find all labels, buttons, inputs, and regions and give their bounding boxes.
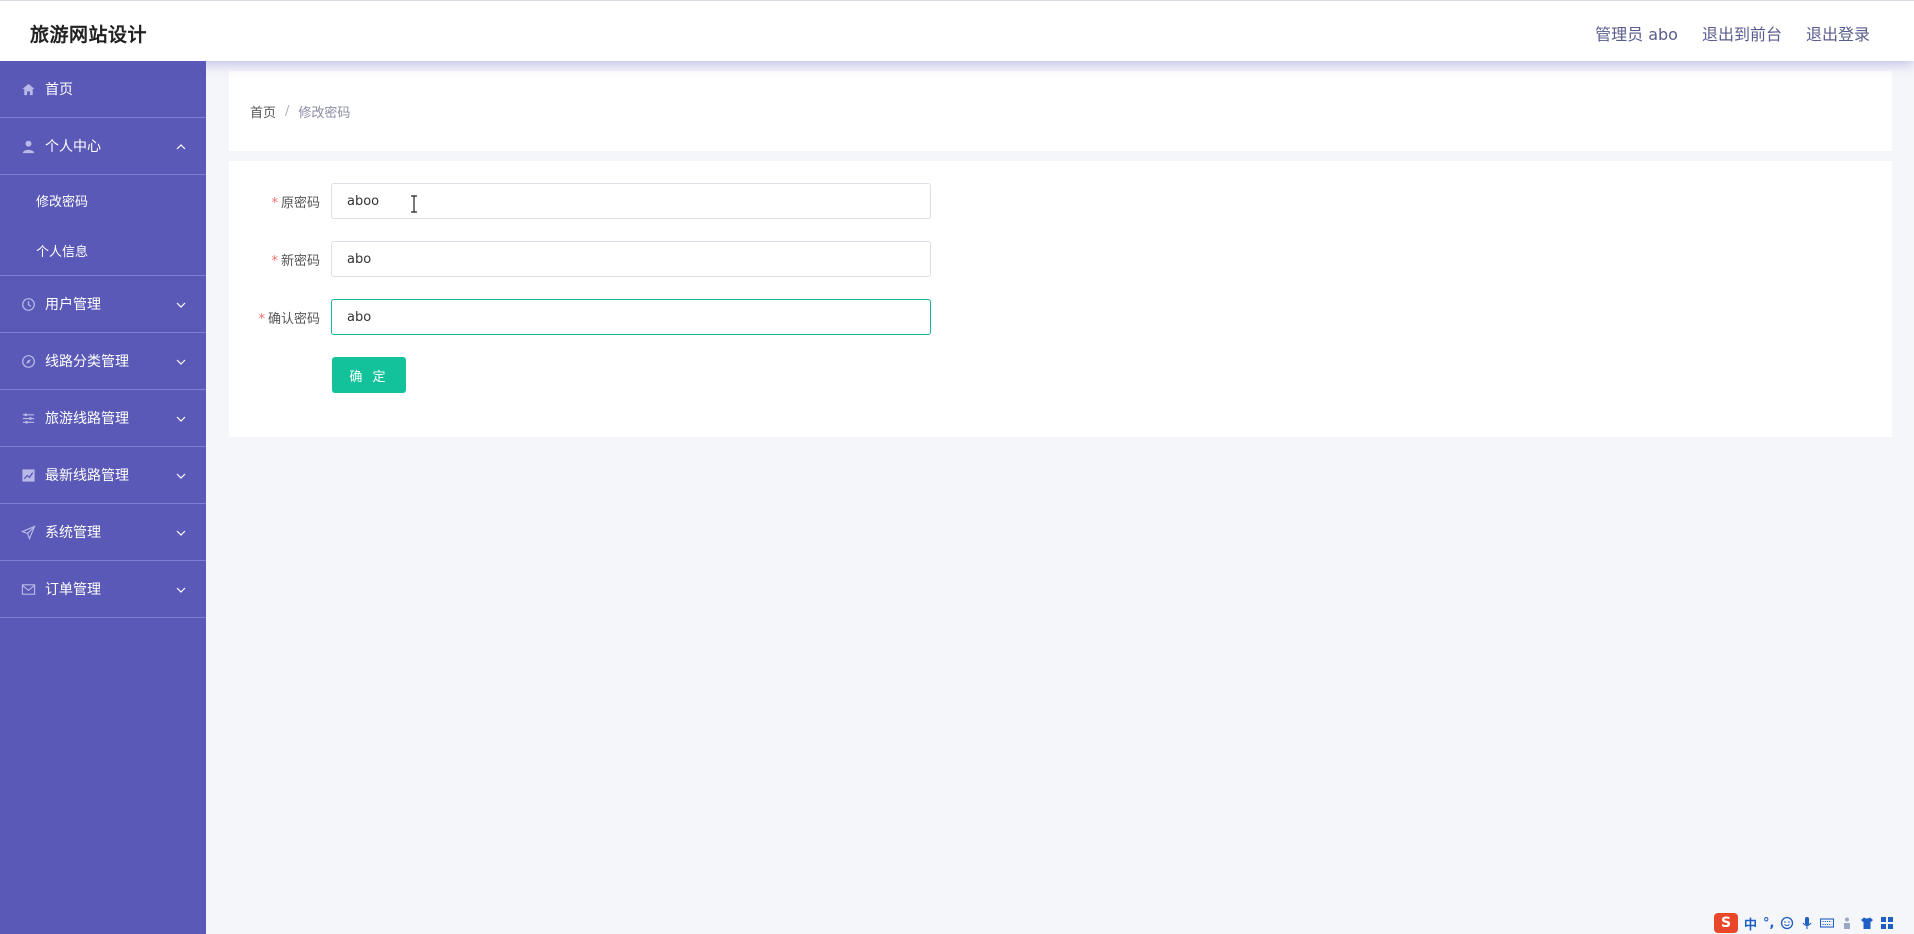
sidebar-item-label: 旅游线路管理 xyxy=(45,411,129,427)
old-password-input[interactable] xyxy=(331,183,931,219)
chevron-down-icon xyxy=(176,469,186,479)
logout-link[interactable]: 退出登录 xyxy=(1806,21,1870,45)
ime-toolbar: S 中 °, xyxy=(1708,912,1914,934)
ime-mode-toggle[interactable]: 中 xyxy=(1744,914,1757,933)
sidebar-item-label: 系统管理 xyxy=(45,525,101,541)
chart-icon xyxy=(21,468,36,483)
text-cursor-icon xyxy=(410,195,418,213)
new-password-input[interactable] xyxy=(331,241,931,277)
sidebar-item-label: 最新线路管理 xyxy=(45,468,129,484)
sidebar-item-system[interactable]: 系统管理 xyxy=(0,504,206,561)
confirm-button[interactable]: 确 定 xyxy=(332,357,406,393)
breadcrumb-separator: / xyxy=(285,104,290,119)
personal-center-submenu: 修改密码 个人信息 xyxy=(0,175,206,276)
confirm-password-row: * 确认密码 xyxy=(229,298,969,336)
sidebar-item-orders[interactable]: 订单管理 xyxy=(0,561,206,618)
chevron-up-icon xyxy=(176,140,186,150)
admin-user-label[interactable]: 管理员 abo xyxy=(1595,21,1678,45)
clock-icon xyxy=(21,297,36,312)
old-password-row: * 原密码 xyxy=(229,182,969,220)
sidebar-item-label: 订单管理 xyxy=(45,582,101,598)
breadcrumb-home[interactable]: 首页 xyxy=(250,102,276,121)
ime-punctuation-toggle[interactable]: °, xyxy=(1763,916,1774,931)
sidebar-item-label: 用户管理 xyxy=(45,297,101,313)
mail-icon xyxy=(21,582,36,597)
exit-to-front-link[interactable]: 退出到前台 xyxy=(1702,21,1782,45)
sidebar-item-label: 首页 xyxy=(45,82,73,98)
change-password-form: *原密码 *新密码 *确认密码 确 定 xyxy=(229,161,1892,437)
person-icon[interactable] xyxy=(1840,916,1854,930)
required-mark: * xyxy=(271,195,278,211)
chevron-down-icon xyxy=(176,298,186,308)
chevron-down-icon xyxy=(176,355,186,365)
microphone-icon[interactable] xyxy=(1800,916,1814,930)
confirm-password-label: * 确认密码 xyxy=(229,308,331,327)
sidebar-item-user-management[interactable]: 用户管理 xyxy=(0,276,206,333)
breadcrumb: 首页 / 修改密码 xyxy=(250,102,350,121)
sidebar-item-route-category[interactable]: 线路分类管理 xyxy=(0,333,206,390)
required-mark: * xyxy=(271,253,278,269)
sidebar-item-personal-center[interactable]: 个人中心 xyxy=(0,118,206,175)
keyboard-icon[interactable] xyxy=(1820,916,1835,930)
send-icon xyxy=(21,524,36,540)
compass-icon xyxy=(21,354,36,369)
new-password-row: * 新密码 xyxy=(229,240,969,278)
sidebar-item-label: 线路分类管理 xyxy=(45,354,129,370)
sidebar-item-label: 个人中心 xyxy=(45,139,101,155)
old-password-label-text: 原密码 xyxy=(280,195,320,211)
smiley-icon[interactable] xyxy=(1780,916,1794,930)
chevron-down-icon xyxy=(176,412,186,422)
old-password-label: * 原密码 xyxy=(229,192,331,211)
sidebar-item-latest-route[interactable]: 最新线路管理 xyxy=(0,447,206,504)
confirm-password-input[interactable] xyxy=(331,299,931,335)
new-password-label: * 新密码 xyxy=(229,250,331,269)
new-password-label-text: 新密码 xyxy=(280,253,320,269)
required-mark: * xyxy=(258,311,265,327)
user-icon xyxy=(21,139,36,154)
confirm-password-label-text: 确认密码 xyxy=(267,311,320,327)
sidebar-item-home[interactable]: 首页 xyxy=(0,61,206,118)
chevron-down-icon xyxy=(176,583,186,593)
sliders-icon xyxy=(21,411,36,426)
ime-logo[interactable]: S xyxy=(1714,913,1738,933)
header-links: 管理员 abo 退出到前台 退出登录 xyxy=(1595,21,1870,45)
breadcrumb-card: 首页 / 修改密码 xyxy=(229,71,1892,151)
sidebar: 首页 个人中心 修改密码 个人信息 用户管理 线路分类管理 旅游线路管理 最新线… xyxy=(0,61,206,934)
sidebar-subitem-personal-info[interactable]: 个人信息 xyxy=(0,225,206,275)
sidebar-item-travel-route[interactable]: 旅游线路管理 xyxy=(0,390,206,447)
site-title: 旅游网站设计 xyxy=(30,24,148,46)
breadcrumb-current: 修改密码 xyxy=(298,106,351,121)
chevron-down-icon xyxy=(176,526,186,536)
shirt-icon[interactable] xyxy=(1860,916,1874,930)
grid-icon[interactable] xyxy=(1880,916,1894,930)
top-header: 旅游网站设计 管理员 abo 退出到前台 退出登录 xyxy=(0,0,1914,61)
sidebar-subitem-change-password[interactable]: 修改密码 xyxy=(0,175,206,225)
home-icon xyxy=(21,82,36,97)
